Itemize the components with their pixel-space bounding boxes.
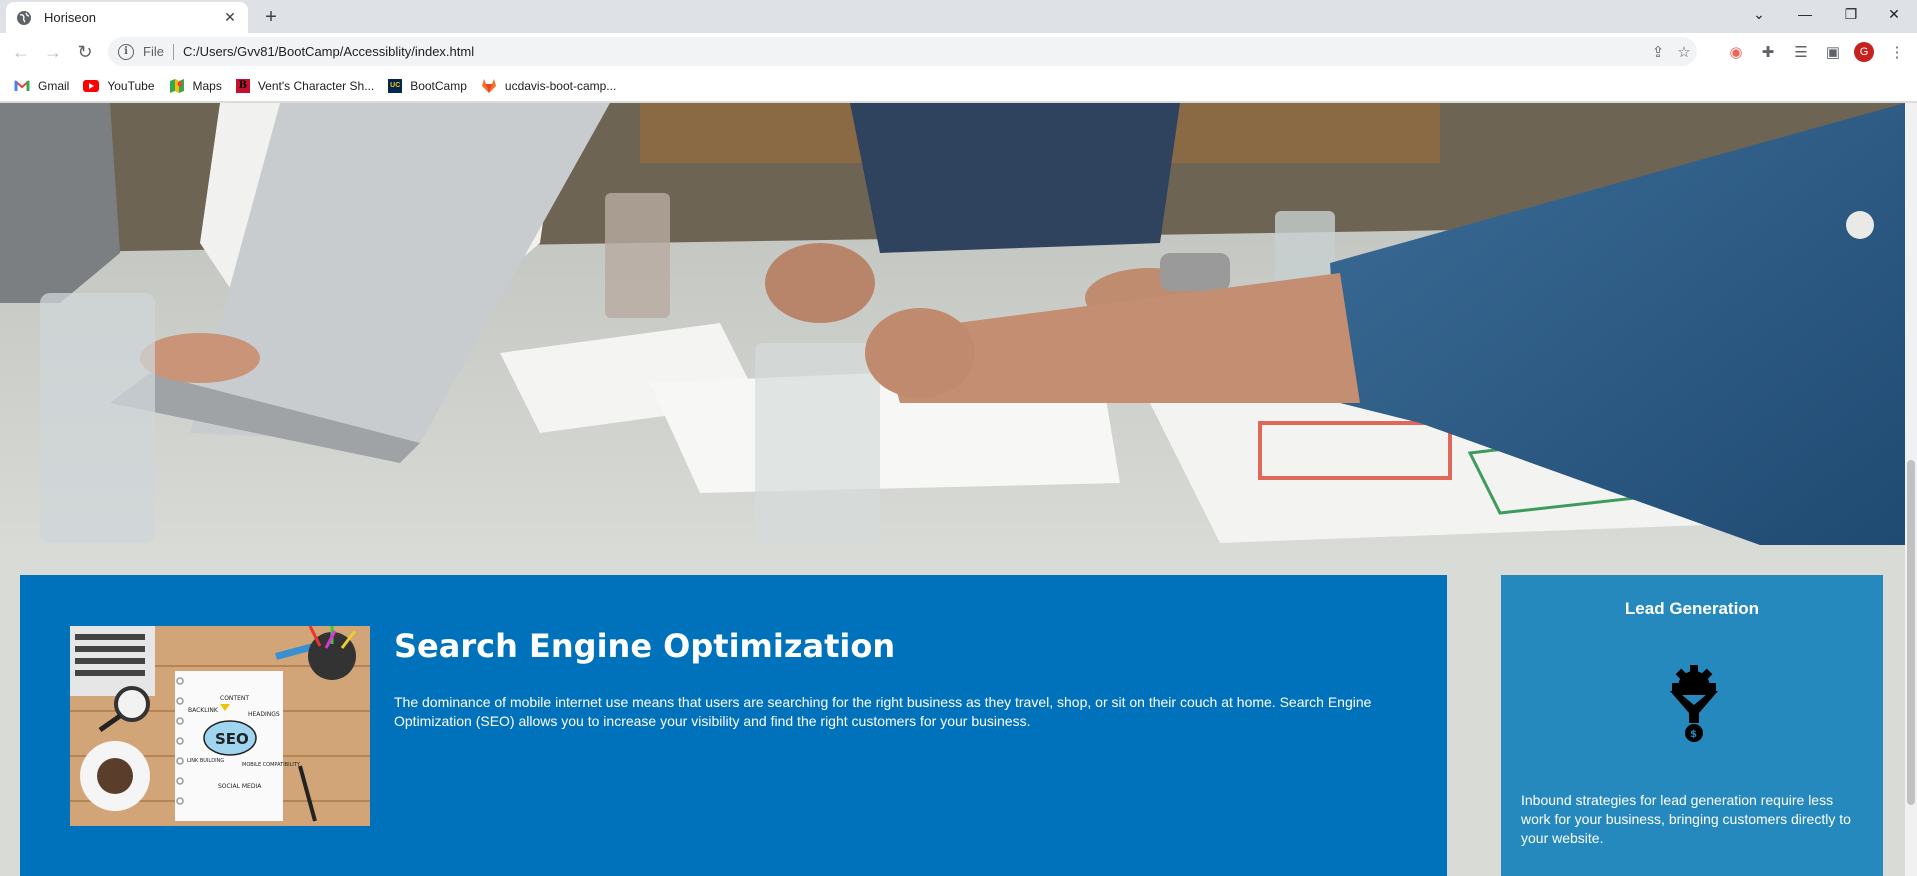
bookmark-maps[interactable]: Maps <box>163 74 228 98</box>
close-tab-icon[interactable]: ✕ <box>222 9 238 26</box>
youtube-icon <box>83 78 100 94</box>
bookmark-star-icon[interactable]: ☆ <box>1671 41 1697 63</box>
scrollbar-thumb[interactable] <box>1907 460 1915 805</box>
new-tab-button[interactable]: + <box>260 6 282 28</box>
bookmark-youtube[interactable]: YouTube <box>77 74 160 98</box>
bookmarks-bar: Gmail YouTube Maps B Vent's Character Sh… <box>0 70 1917 102</box>
browser-tab[interactable]: Horiseon ✕ <box>6 2 248 33</box>
side-panel-icon[interactable]: ▣ <box>1822 41 1844 63</box>
gitlab-icon <box>481 78 497 94</box>
bookmark-label: Maps <box>192 78 222 93</box>
seo-image-word: BACKLINK <box>188 707 219 714</box>
lead-funnel-icon: $ <box>1666 665 1722 743</box>
minimize-button[interactable]: — <box>1782 0 1828 28</box>
bookmark-label: ucdavis-boot-camp... <box>504 78 617 93</box>
bookmark-label: Gmail <box>38 78 70 93</box>
seo-image: SEO CONTENT BACKLINK HEADINGS LINK BUILD… <box>70 626 370 826</box>
reload-icon[interactable]: ↻ <box>74 41 96 63</box>
extensions-puzzle-icon[interactable]: ✚ <box>1757 41 1779 63</box>
page-viewport: SEO CONTENT BACKLINK HEADINGS LINK BUILD… <box>0 103 1905 876</box>
reading-list-icon[interactable]: ☰ <box>1790 41 1812 63</box>
bookmark-label: Vent's Character Sh... <box>257 78 375 93</box>
seo-section: SEO CONTENT BACKLINK HEADINGS LINK BUILD… <box>20 575 1447 876</box>
address-url[interactable]: C:/Users/Gvv81/BootCamp/Accessiblity/ind… <box>183 44 1645 59</box>
tab-title: Horiseon <box>44 10 97 25</box>
bookmark-gmail[interactable]: Gmail <box>8 74 75 98</box>
close-window-button[interactable]: ✕ <box>1871 0 1917 28</box>
seo-image-word: SEO <box>215 730 249 748</box>
browser-toolbar: ← → ↻ i File C:/Users/Gvv81/BootCamp/Acc… <box>0 33 1917 70</box>
tab-search-icon[interactable]: ⌄ <box>1736 0 1782 28</box>
address-scheme: File <box>143 44 164 59</box>
seo-heading: Search Engine Optimization <box>394 627 896 665</box>
seo-image-word: MOBILE COMPATIBILITY <box>242 762 301 768</box>
gmail-icon <box>14 78 30 94</box>
lead-generation-card: Lead Generation $ Inbound strategies for… <box>1501 575 1883 876</box>
address-bar[interactable]: i File C:/Users/Gvv81/BootCamp/Accessibl… <box>108 37 1697 66</box>
menu-kebab-icon[interactable]: ⋮ <box>1886 41 1908 63</box>
back-arrow-icon[interactable]: ← <box>10 41 32 63</box>
profile-avatar[interactable]: G <box>1854 42 1874 62</box>
address-divider <box>172 43 174 60</box>
extension-record-icon[interactable]: ◉ <box>1725 41 1747 63</box>
site-info-icon[interactable]: i <box>118 43 134 60</box>
seo-image-word: SOCIAL MEDIA <box>218 783 262 790</box>
svg-text:$: $ <box>1690 729 1697 740</box>
maps-icon <box>169 78 185 94</box>
forward-arrow-icon[interactable]: → <box>42 41 64 63</box>
seo-image-word: HEADINGS <box>248 711 280 718</box>
seo-paragraph: The dominance of mobile internet use mea… <box>394 694 1372 729</box>
hero-image <box>0 103 1905 545</box>
globe-icon <box>16 10 32 26</box>
b-badge-icon: B <box>235 78 250 93</box>
ucdavis-icon: UC <box>388 78 403 93</box>
bookmark-vents[interactable]: B Vent's Character Sh... <box>230 74 380 98</box>
seo-image-word: CONTENT <box>220 695 249 702</box>
bookmark-bootcamp[interactable]: UC BootCamp <box>382 74 473 98</box>
bookmark-label: BootCamp <box>410 78 467 93</box>
page-scrollbar[interactable] <box>1905 103 1917 876</box>
lead-generation-paragraph: Inbound strategies for lead generation r… <box>1521 792 1851 846</box>
bookmark-label: YouTube <box>107 78 155 93</box>
tab-strip: Horiseon ✕ + ⌄ — ❐ ✕ <box>0 0 1917 33</box>
lead-generation-heading: Lead Generation <box>1624 599 1760 618</box>
seo-image-word: LINK BUILDING <box>187 758 224 764</box>
share-icon[interactable]: ⇪ <box>1645 41 1671 63</box>
restore-button[interactable]: ❐ <box>1828 0 1874 28</box>
bookmark-gitlab[interactable]: ucdavis-boot-camp... <box>475 74 622 98</box>
